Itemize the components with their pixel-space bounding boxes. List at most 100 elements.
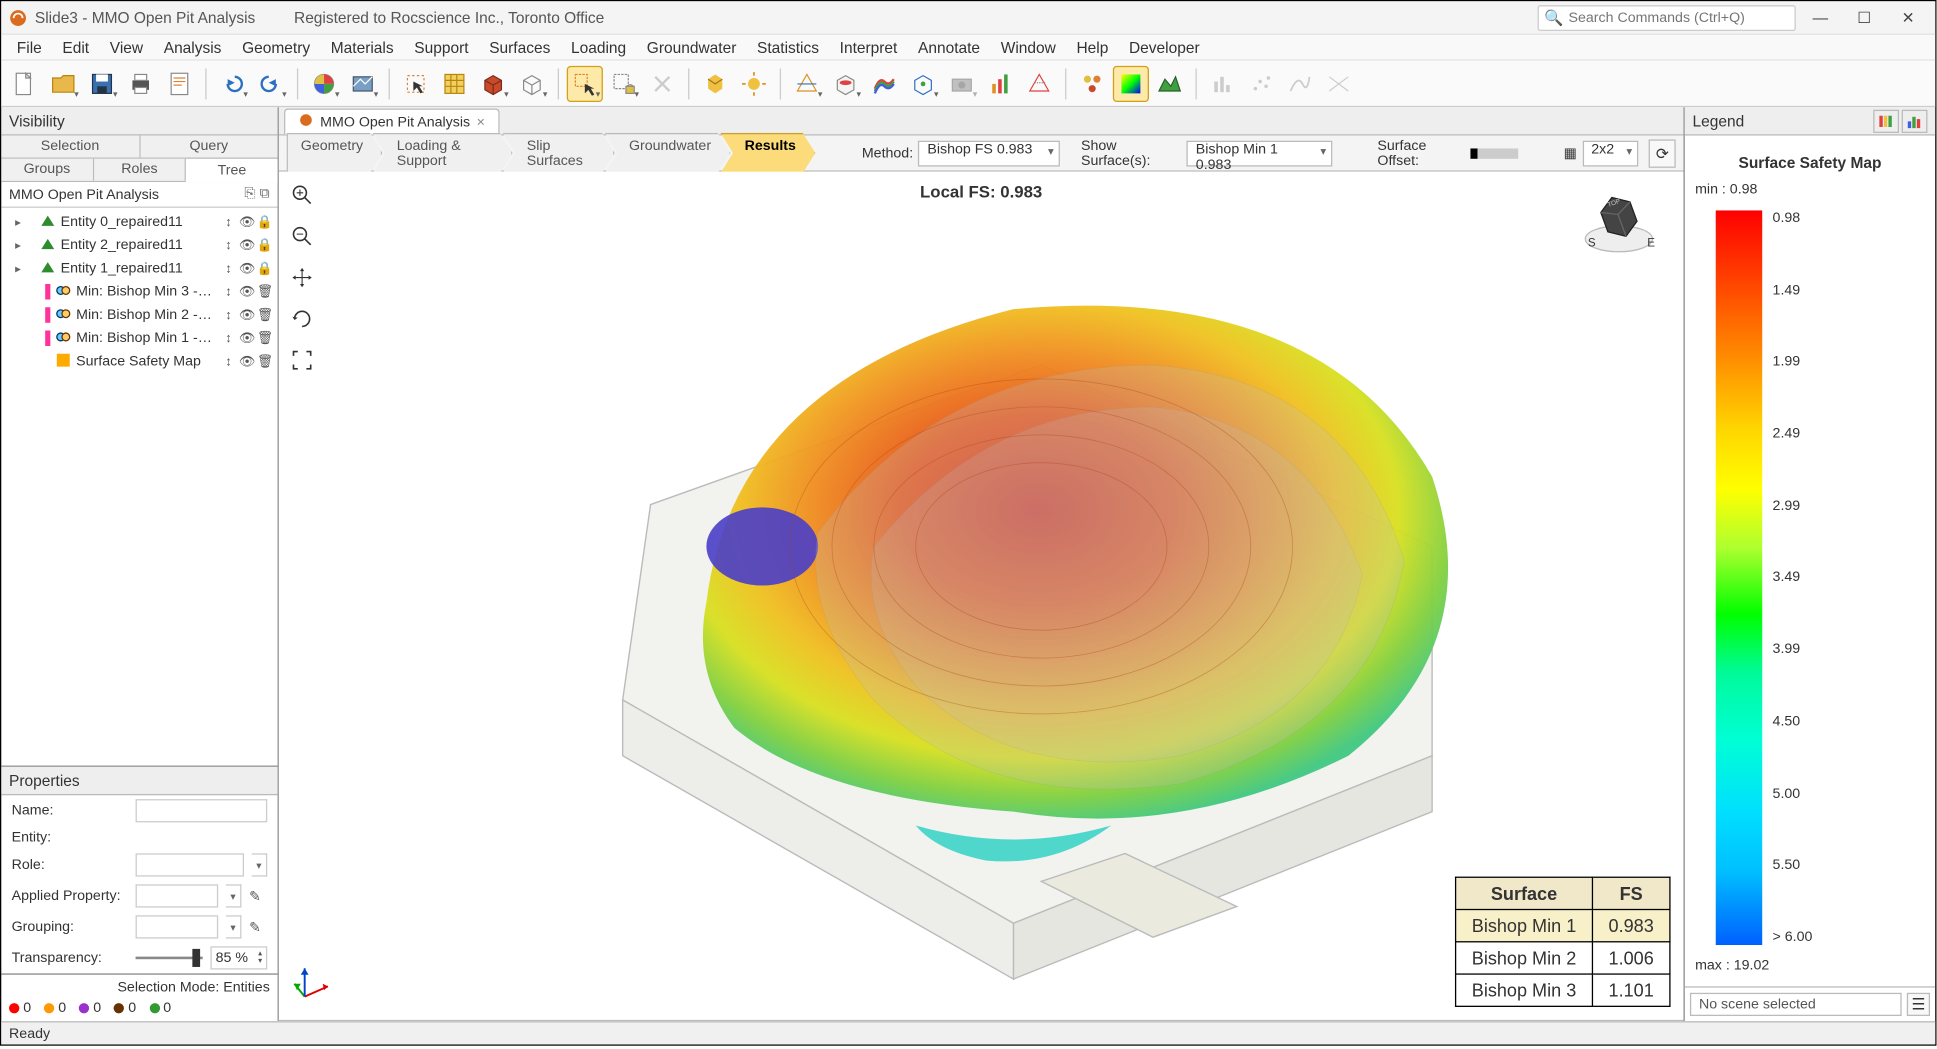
- tree-row[interactable]: ▸Entity 2_repaired11↕👁🔒: [1, 234, 277, 257]
- visibility-tree[interactable]: ▸Entity 0_repaired11↕👁🔒▸Entity 2_repaire…: [1, 208, 277, 376]
- tree-row[interactable]: Min: Bishop Min 2 - 1.006↕👁🗑: [1, 303, 277, 326]
- legend-settings-icon[interactable]: [1873, 109, 1899, 132]
- crumb-loading-support[interactable]: Loading & Support: [372, 132, 512, 173]
- menu-help[interactable]: Help: [1066, 36, 1119, 59]
- menu-geometry[interactable]: Geometry: [232, 36, 321, 59]
- volume-icon[interactable]: [475, 65, 511, 101]
- copy-icon[interactable]: ⎘: [244, 186, 255, 201]
- menu-annotate[interactable]: Annotate: [908, 36, 991, 59]
- menu-surfaces[interactable]: Surfaces: [479, 36, 561, 59]
- crumb-geometry[interactable]: Geometry: [287, 132, 383, 173]
- chart-bars-icon[interactable]: [982, 65, 1018, 101]
- scene-select[interactable]: No scene selected: [1690, 993, 1902, 1016]
- selection-mode-icon[interactable]: [398, 65, 434, 101]
- tree-action-icon[interactable]: ↕: [221, 285, 236, 299]
- zoom-out-icon[interactable]: [287, 221, 318, 252]
- rotate-icon[interactable]: [287, 303, 318, 334]
- name-input[interactable]: [136, 799, 268, 822]
- scene-list-icon[interactable]: ☰: [1907, 993, 1930, 1016]
- tree-action-icon[interactable]: 👁: [239, 308, 254, 322]
- undo-icon[interactable]: [214, 65, 250, 101]
- tree-row[interactable]: ▸Entity 0_repaired11↕👁🔒: [1, 210, 277, 233]
- tab-roles[interactable]: Roles: [94, 159, 187, 181]
- tree-action-icon[interactable]: 👁: [239, 331, 254, 345]
- search-input[interactable]: [1569, 10, 1790, 25]
- edit-applied-icon[interactable]: ✎: [249, 888, 267, 905]
- tree-action-icon[interactable]: 🔒: [257, 215, 272, 229]
- picker-icon[interactable]: [567, 65, 603, 101]
- tree-action-icon[interactable]: 🗑: [257, 308, 272, 322]
- tree-action-icon[interactable]: 👁: [239, 354, 254, 368]
- menu-view[interactable]: View: [99, 36, 153, 59]
- tab-query[interactable]: Query: [140, 136, 277, 158]
- close-button[interactable]: ✕: [1889, 5, 1928, 31]
- show-surface-select[interactable]: Bishop Min 1 0.983: [1187, 140, 1333, 166]
- grid-icon[interactable]: [436, 65, 472, 101]
- transparency-value[interactable]: 85 %▴▾: [210, 946, 267, 969]
- menu-materials[interactable]: Materials: [320, 36, 404, 59]
- menu-file[interactable]: File: [6, 36, 52, 59]
- method-select[interactable]: Bishop FS 0.983: [918, 140, 1060, 166]
- transparency-slider[interactable]: [136, 957, 203, 960]
- edit-grouping-icon[interactable]: ✎: [249, 919, 267, 936]
- menu-groundwater[interactable]: Groundwater: [636, 36, 746, 59]
- tree-action-icon[interactable]: 👁: [239, 215, 254, 229]
- print-icon[interactable]: [123, 65, 159, 101]
- open-file-icon[interactable]: [45, 65, 81, 101]
- tab-tree[interactable]: Tree: [186, 160, 277, 182]
- document-tab[interactable]: MMO Open Pit Analysis ×: [284, 108, 499, 134]
- tree-action-icon[interactable]: 👁: [239, 238, 254, 252]
- crumb-results[interactable]: Results: [720, 132, 815, 173]
- role-select[interactable]: [136, 853, 244, 876]
- tree-action-icon[interactable]: 🗑: [257, 354, 272, 368]
- wireframe-cube-icon[interactable]: [514, 65, 550, 101]
- crumb-slip-surfaces[interactable]: Slip Surfaces: [502, 132, 615, 173]
- pan-icon[interactable]: [287, 262, 318, 293]
- menu-edit[interactable]: Edit: [52, 36, 99, 59]
- search-commands[interactable]: 🔍: [1538, 5, 1796, 31]
- 3d-viewport[interactable]: Local FS: 0.983 TOP S E: [279, 172, 1684, 1021]
- refresh-button[interactable]: ⟳: [1649, 139, 1676, 167]
- grouping-dropdown-icon[interactable]: ▾: [226, 915, 241, 938]
- filter-icon[interactable]: [1074, 65, 1110, 101]
- tree-row[interactable]: Min: Bishop Min 3 - 1.101↕👁🗑: [1, 280, 277, 303]
- maximize-button[interactable]: ☐: [1845, 5, 1884, 31]
- slice-icon[interactable]: [1021, 65, 1057, 101]
- minimize-button[interactable]: —: [1801, 5, 1840, 31]
- applied-dropdown-icon[interactable]: ▾: [226, 884, 241, 907]
- lock-selection-icon[interactable]: [605, 65, 641, 101]
- section-icon[interactable]: [789, 65, 825, 101]
- layers-3d-icon[interactable]: [828, 65, 864, 101]
- tree-action-icon[interactable]: ↕: [221, 354, 236, 368]
- tree-action-icon[interactable]: 🔒: [257, 238, 272, 252]
- close-tab-icon[interactable]: ×: [477, 114, 485, 129]
- new-file-icon[interactable]: [6, 65, 42, 101]
- materials-color-icon[interactable]: [306, 65, 342, 101]
- menu-window[interactable]: Window: [990, 36, 1066, 59]
- tree-action-icon[interactable]: 👁: [239, 285, 254, 299]
- save-file-icon[interactable]: [84, 65, 120, 101]
- menu-analysis[interactable]: Analysis: [153, 36, 231, 59]
- menu-support[interactable]: Support: [404, 36, 479, 59]
- notes-icon[interactable]: [161, 65, 197, 101]
- menu-statistics[interactable]: Statistics: [747, 36, 830, 59]
- tree-action-icon[interactable]: 👁: [239, 261, 254, 275]
- zoom-in-icon[interactable]: [287, 179, 318, 210]
- link-icon[interactable]: ⧉: [260, 186, 270, 201]
- tree-action-icon[interactable]: 🗑: [257, 285, 272, 299]
- camera-icon[interactable]: [944, 65, 980, 101]
- role-dropdown-icon[interactable]: ▾: [252, 853, 267, 876]
- menu-interpret[interactable]: Interpret: [829, 36, 907, 59]
- sun-icon[interactable]: [736, 65, 772, 101]
- axis-gizmo-icon[interactable]: [289, 958, 341, 1010]
- grid-layout-select[interactable]: 2x2: [1582, 140, 1638, 166]
- compute-icon[interactable]: [697, 65, 733, 101]
- tab-groups[interactable]: Groups: [1, 159, 94, 181]
- tree-row[interactable]: ▸Entity 1_repaired11↕👁🔒: [1, 257, 277, 280]
- scatter-icon[interactable]: [1243, 65, 1279, 101]
- crumb-groundwater[interactable]: Groundwater: [604, 132, 730, 173]
- tree-action-icon[interactable]: 🔒: [257, 261, 272, 275]
- tree-action-icon[interactable]: ↕: [221, 308, 236, 322]
- redo-icon[interactable]: [253, 65, 289, 101]
- clear-icon[interactable]: [644, 65, 680, 101]
